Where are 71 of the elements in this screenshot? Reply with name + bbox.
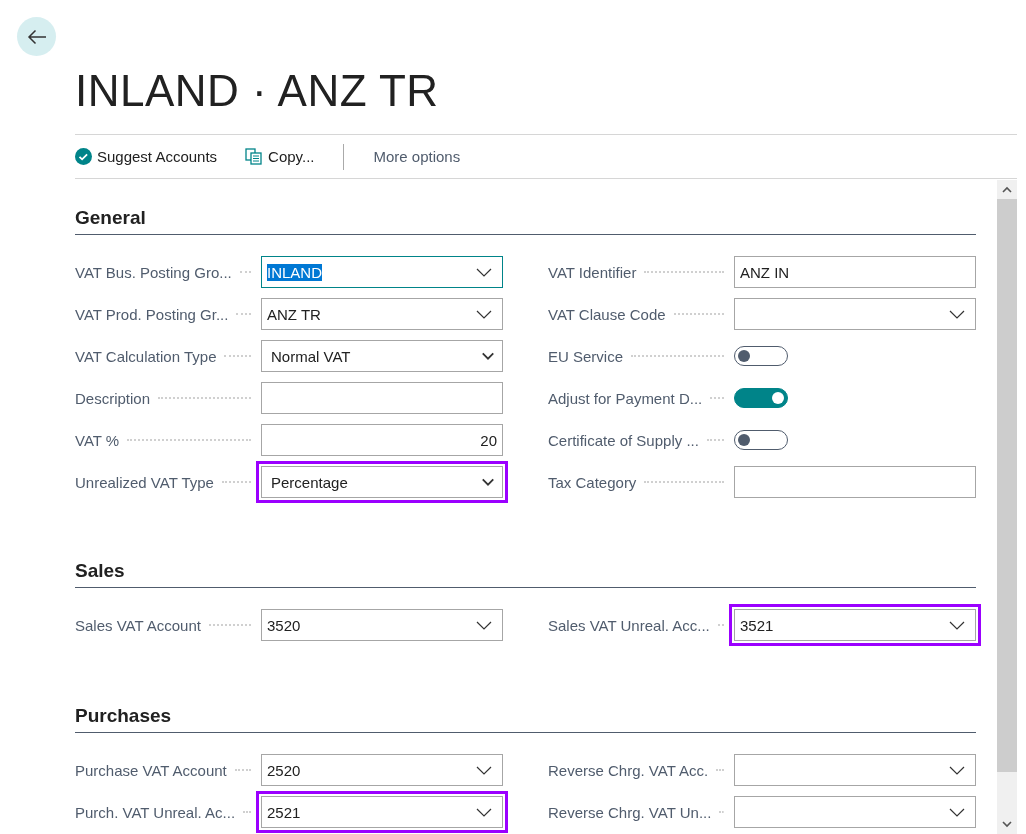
field-value: Percentage	[270, 473, 349, 491]
chevron-down-icon[interactable]	[482, 478, 494, 486]
field-label: Purch. VAT Unreal. Ac...	[75, 803, 236, 821]
field-label: Adjust for Payment D...	[548, 389, 703, 407]
chevron-down-icon[interactable]	[482, 352, 494, 360]
dropdown-field[interactable]	[734, 754, 976, 786]
chevron-down-icon[interactable]	[949, 620, 965, 630]
field-value: 3521	[740, 616, 775, 634]
chevron-down-icon[interactable]	[949, 765, 965, 775]
section-title: General	[75, 206, 976, 235]
input-field[interactable]	[734, 466, 976, 498]
more-options-button[interactable]: More options	[373, 148, 461, 165]
chevron-down-icon[interactable]	[476, 309, 492, 319]
field-label: Reverse Chrg. VAT Acc.	[548, 761, 709, 779]
field-label: Sales VAT Unreal. Acc...	[548, 616, 710, 634]
dropdown-field[interactable]	[734, 298, 976, 330]
field-value: ANZ TR	[267, 305, 322, 323]
arrow-left-icon	[26, 28, 47, 45]
dropdown-field[interactable]: 2520	[261, 754, 503, 786]
field-label: Reverse Chrg. VAT Un...	[548, 803, 712, 821]
field-value: 3520	[267, 616, 302, 634]
check-circle-icon	[75, 148, 92, 165]
input-field[interactable]	[261, 382, 503, 414]
dropdown-field[interactable]: INLAND	[261, 256, 503, 288]
back-button[interactable]	[17, 17, 56, 56]
section-title: Purchases	[75, 704, 976, 733]
field-label: VAT Prod. Posting Gr...	[75, 305, 229, 323]
field-label: Tax Category	[548, 473, 637, 491]
field-label: Description	[75, 389, 151, 407]
field-value: 2521	[267, 803, 302, 821]
dropdown-field[interactable]: ANZ TR	[261, 298, 503, 330]
input-field[interactable]: ANZ IN	[734, 256, 976, 288]
field-value: Normal VAT	[270, 347, 352, 365]
action-button[interactable]: Suggest Accounts	[75, 148, 218, 165]
field-value: INLAND	[267, 263, 324, 281]
field-label: VAT %	[75, 431, 120, 449]
field-label: Sales VAT Account	[75, 616, 201, 634]
action-button[interactable]: Copy...	[245, 148, 315, 165]
chevron-down-icon[interactable]	[476, 620, 492, 630]
field-label: Unrealized VAT Type	[75, 473, 214, 491]
field-value: ANZ IN	[740, 263, 791, 281]
chevron-up-icon[interactable]	[1002, 186, 1012, 193]
field-label: VAT Bus. Posting Gro...	[75, 263, 232, 281]
field-label: Certificate of Supply ...	[548, 431, 699, 449]
field-label: VAT Clause Code	[548, 305, 666, 323]
chevron-down-icon[interactable]	[476, 267, 492, 277]
field-value: 2520	[267, 761, 302, 779]
field-label: VAT Calculation Type	[75, 347, 217, 365]
toggle-switch[interactable]	[734, 388, 788, 408]
dropdown-field[interactable]	[734, 796, 976, 828]
field-label: Purchase VAT Account	[75, 761, 227, 779]
scrollbar[interactable]	[997, 180, 1017, 834]
chevron-down-icon[interactable]	[476, 807, 492, 817]
field-label: VAT Identifier	[548, 263, 637, 281]
dropdown-field[interactable]: Percentage	[261, 466, 503, 498]
dropdown-field[interactable]: 3521	[734, 609, 976, 641]
chevron-down-icon[interactable]	[476, 765, 492, 775]
dropdown-field[interactable]: Normal VAT	[261, 340, 503, 372]
chevron-down-icon[interactable]	[949, 807, 965, 817]
input-field[interactable]: 20	[261, 424, 503, 456]
page-title: INLAND · ANZ TR	[75, 65, 440, 117]
chevron-down-icon[interactable]	[1002, 821, 1012, 828]
dropdown-field[interactable]: 2521	[261, 796, 503, 828]
toggle-switch[interactable]	[734, 430, 788, 450]
field-label: EU Service	[548, 347, 624, 365]
copy-icon	[245, 148, 264, 165]
chevron-down-icon[interactable]	[949, 309, 965, 319]
section-title: Sales	[75, 559, 976, 588]
dropdown-field[interactable]: 3520	[261, 609, 503, 641]
toggle-switch[interactable]	[734, 346, 788, 366]
field-value: 20	[479, 431, 497, 449]
